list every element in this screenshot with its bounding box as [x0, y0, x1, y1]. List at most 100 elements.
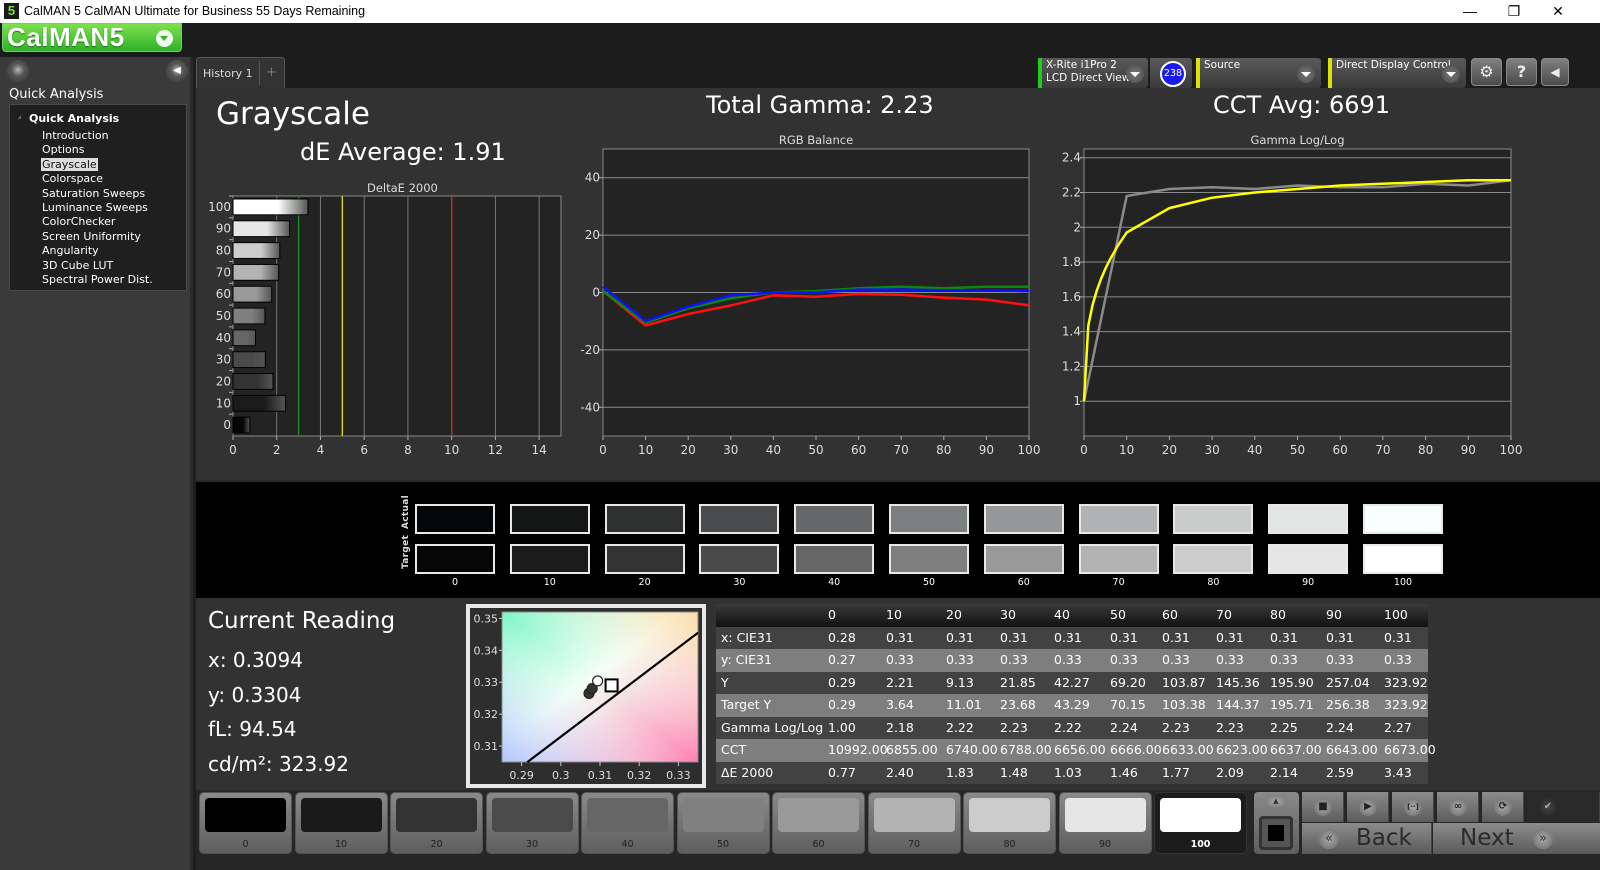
- sidebar-item-colorspace[interactable]: Colorspace: [41, 172, 104, 185]
- sidebar-item-options[interactable]: Options: [41, 143, 85, 156]
- workflow-status-icon[interactable]: [7, 60, 29, 82]
- table-header-cell: 70: [1216, 607, 1232, 622]
- swatch-level-label: 70: [1112, 577, 1125, 588]
- add-tab-button[interactable]: +: [259, 61, 283, 85]
- swatch-level-label: 20: [638, 577, 651, 588]
- stop-icon: ■: [1314, 798, 1332, 816]
- sidebar-item-3d-cube-lut[interactable]: 3D Cube LUT: [41, 259, 114, 272]
- patch-button-80[interactable]: 80: [963, 792, 1056, 854]
- table-cell: 0.28: [828, 629, 856, 645]
- table-cell: 2.25: [1270, 719, 1298, 735]
- charts-panel: Grayscale dE Average: 1.91 Total Gamma: …: [196, 88, 1600, 480]
- sidebar-item-saturation-sweeps[interactable]: Saturation Sweeps: [41, 187, 146, 200]
- meter-selector[interactable]: X-Rite i1Pro 2 LCD Direct View: [1038, 58, 1148, 88]
- patch-label: 10: [334, 839, 348, 850]
- deltae-ytick-label: 80: [216, 244, 231, 258]
- patch-color-chip: [205, 798, 286, 832]
- collapse-sidebar-button[interactable]: ◀: [166, 60, 188, 82]
- sidebar-item-introduction[interactable]: Introduction: [41, 129, 110, 142]
- rgb-balance-chart-xtick-label: 30: [723, 443, 738, 457]
- close-button[interactable]: ✕: [1536, 0, 1580, 23]
- patch-button-70[interactable]: 70: [867, 792, 961, 854]
- sidebar-item-luminance-sweeps[interactable]: Luminance Sweeps: [41, 201, 149, 214]
- rgb-balance-chart-ytick-label: 0: [592, 286, 600, 300]
- table-cell: 144.37: [1216, 697, 1260, 712]
- gamma-chart: Gamma Log/Log2.42.221.81.61.41.210 10 20 30…: [1062, 133, 1523, 457]
- refresh-button[interactable]: ⟳: [1482, 792, 1524, 822]
- sidebar-item-colorchecker[interactable]: ColorChecker: [41, 215, 116, 228]
- table-cell: 6855.00: [886, 742, 938, 757]
- help-button[interactable]: ?: [1506, 58, 1537, 86]
- actual-swatch: [1268, 504, 1349, 534]
- patch-button-100[interactable]: 100: [1154, 792, 1247, 854]
- title-bar: 5 CalMAN 5 CalMAN Ultimate for Business …: [0, 0, 1600, 23]
- table-row: Target Y 0.29 3.64 11.01 23.68 43.29 70.15 103.…: [716, 694, 1428, 717]
- deltae-bar: [232, 242, 281, 259]
- play-button[interactable]: ▶: [1347, 792, 1389, 822]
- table-header-cell: 50: [1110, 607, 1126, 622]
- patch-button-30[interactable]: 30: [485, 792, 579, 854]
- sidebar-item-grayscale[interactable]: Grayscale: [41, 157, 98, 171]
- gamma-chart-xtick-label: 100: [1500, 443, 1523, 457]
- source-selector[interactable]: Source: [1196, 58, 1321, 88]
- target-swatch: [983, 544, 1064, 574]
- rgb-balance-chart-ytick-label: -20: [580, 343, 600, 357]
- up-button[interactable]: ▲: [1267, 796, 1285, 807]
- confirm-button[interactable]: ✔: [1527, 792, 1600, 822]
- stop-measure-button[interactable]: [1259, 816, 1293, 850]
- gamma-chart-ytick-label: 2.4: [1062, 151, 1081, 165]
- patch-button-40[interactable]: 40: [581, 792, 674, 854]
- maximize-button[interactable]: ❐: [1492, 0, 1536, 23]
- stop-square-icon: [1268, 825, 1284, 841]
- table-cell: 21.85: [1000, 674, 1036, 690]
- sidebar-item-angularity[interactable]: Angularity: [41, 244, 100, 257]
- table-cell: 1.46: [1110, 764, 1138, 780]
- tab-history-1[interactable]: History 1 +: [196, 57, 285, 88]
- table-cell: 6666.00: [1110, 742, 1162, 757]
- chevron-down-icon: [1442, 65, 1460, 83]
- stop-button[interactable]: ■: [1302, 792, 1344, 822]
- charts-svg: DeltaE 20000 2 4 6 8 10 12 14100908070605040302…: [208, 133, 1523, 457]
- meter-count-badge[interactable]: 238: [1160, 61, 1186, 87]
- cie-xtick-label: 0.29: [509, 769, 533, 782]
- deltae-title: DeltaE 2000: [367, 181, 438, 195]
- table-cell: 6656.00: [1054, 742, 1106, 757]
- patch-button-90[interactable]: 90: [1058, 792, 1152, 854]
- table-header-cell: 30: [1000, 607, 1016, 622]
- continuous-button[interactable]: ∞: [1437, 792, 1479, 822]
- cie-chart: 0.35 0.34 0.33 0.32 0.31 0.29 0.3 0.31 0.32 0.33: [474, 611, 699, 782]
- refresh-icon: ⟳: [1494, 798, 1512, 816]
- sidebar-item-screen-uniformity[interactable]: Screen Uniformity: [41, 230, 142, 243]
- table-cell: 6740.00: [946, 742, 998, 757]
- table-cell: 3.43: [1384, 764, 1412, 780]
- table-cell: 1.00: [828, 719, 856, 735]
- deltae-bar: [232, 263, 280, 281]
- patch-button-0[interactable]: 0: [199, 792, 292, 854]
- tree-root[interactable]: Quick Analysis: [29, 112, 119, 125]
- cie-ytick-label: 0.31: [474, 740, 499, 753]
- patch-button-60[interactable]: 60: [772, 792, 865, 854]
- sidebar-item-spectral-power-dist[interactable]: Spectral Power Dist.: [41, 273, 154, 286]
- minimize-button[interactable]: —: [1448, 0, 1492, 23]
- patch-button-50[interactable]: 50: [676, 792, 770, 854]
- table-cell: 2.23: [1000, 719, 1028, 735]
- calman-menu-button[interactable]: CalMAN5: [2, 23, 182, 52]
- rgb-balance-chart-xtick-label: 50: [808, 443, 823, 457]
- chevron-down-icon: [1126, 65, 1144, 83]
- display-control-selector[interactable]: Direct Display Control: [1328, 58, 1466, 88]
- table-row: x: CIE31 0.28 0.31 0.31 0.31 0.31 0.31 0.31 0.31…: [716, 626, 1428, 649]
- next-button[interactable]: Next »: [1433, 823, 1600, 854]
- patch-button-10[interactable]: 10: [294, 792, 388, 854]
- deltae-ytick-label: 40: [216, 331, 231, 345]
- back-button[interactable]: « Back: [1302, 823, 1432, 854]
- expand-triangle-icon[interactable]: [18, 115, 21, 119]
- patch-color-chip: [491, 798, 573, 832]
- table-cell: 6643.00: [1326, 742, 1378, 757]
- patch-label: 90: [1098, 839, 1112, 850]
- table-cell: 0.31: [886, 629, 914, 645]
- gamma-chart-ytick-label: 1.2: [1062, 359, 1081, 373]
- read-series-button[interactable]: [··]: [1392, 792, 1434, 822]
- collapse-panel-button[interactable]: ◀: [1541, 58, 1569, 86]
- patch-button-20[interactable]: 20: [390, 792, 483, 854]
- settings-button[interactable]: ⚙: [1471, 58, 1502, 86]
